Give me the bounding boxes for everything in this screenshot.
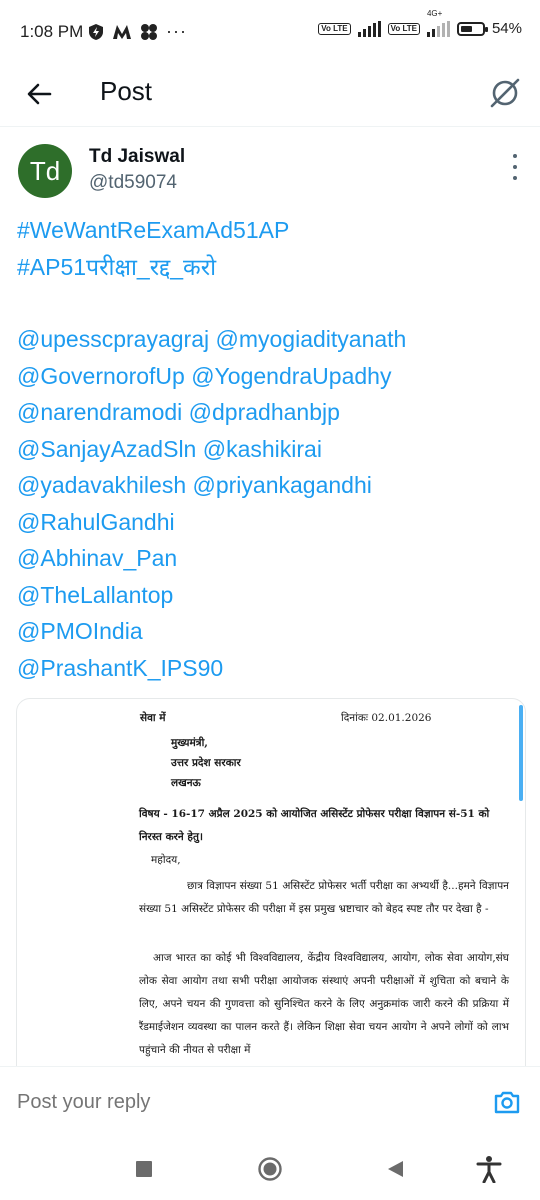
hashtag-link[interactable]: #WeWantReExamAd51AP (17, 212, 527, 249)
signal-icon (357, 20, 381, 37)
image-scrollbar[interactable] (519, 705, 523, 801)
nav-back-button[interactable] (380, 1154, 410, 1184)
system-navbar (0, 1138, 540, 1200)
more-dot-icon (513, 154, 517, 158)
camera-icon (494, 1091, 520, 1114)
mention-line[interactable]: @SanjayAzadSln @kashikirai (17, 431, 527, 468)
battery-percent: 54% (491, 20, 522, 37)
more-dot-icon (513, 165, 517, 169)
accessibility-button[interactable] (474, 1154, 504, 1184)
shield-icon (89, 23, 103, 40)
home-button[interactable] (255, 1154, 285, 1184)
back-button[interactable] (22, 76, 58, 112)
status-time: 1:08 PM (20, 22, 84, 41)
circle-home-icon (258, 1157, 282, 1181)
more-options-button[interactable] (508, 154, 522, 180)
accessibility-icon (476, 1156, 502, 1183)
battery-icon (456, 21, 488, 36)
triangle-back-icon (388, 1161, 403, 1177)
mention-line[interactable]: @narendramodi @dpradhanbjp (17, 394, 527, 431)
mention-line[interactable]: @TheLallantop (17, 577, 527, 614)
author-handle[interactable]: @td59074 (89, 172, 177, 194)
doc-address: मुख्यमंत्री, उत्तर प्रदेश सरकार लखनऊ (171, 733, 241, 793)
more-dot-icon (513, 176, 517, 180)
recents-button[interactable] (129, 1154, 159, 1184)
mention-line[interactable]: @PMOIndia (17, 613, 527, 650)
avatar[interactable]: Td (18, 144, 72, 198)
status-notification-icons: ··· (88, 21, 187, 42)
camera-button[interactable] (492, 1087, 522, 1117)
doc-salutation: महोदय, (151, 854, 181, 866)
mention-line[interactable]: @yadavakhilesh @priyankagandhi (17, 467, 527, 504)
letter-document: सेवा में दिनांकः 02.01.2026 मुख्यमंत्री,… (17, 699, 525, 1079)
pinwheel-icon (141, 23, 157, 40)
doc-address-line: उत्तर प्रदेश सरकार (171, 757, 241, 769)
doc-paragraph: छात्र विज्ञापन संख्या 51 असिस्टेंट प्रोफ… (139, 880, 509, 915)
doc-paragraph: आज भारत का कोई भी विश्वविद्यालय, केंद्री… (139, 952, 509, 1056)
post-header: Post (0, 64, 540, 127)
arrow-left-icon (27, 83, 52, 105)
signal-4g-icon: 4G+ (426, 9, 450, 37)
more-notifications-icon: ··· (166, 21, 187, 41)
square-recents-icon (136, 1161, 152, 1177)
status-bar: 1:08 PM ··· Vo LTE Vo LTE 4G+ 54% (0, 0, 540, 64)
author-name[interactable]: Td Jaiswal (89, 146, 185, 168)
volte-icon: Vo LTE (318, 22, 351, 35)
doc-date: दिनांकः 02.01.2026 (341, 712, 432, 724)
mention-line[interactable]: @RahulGandhi (17, 504, 527, 541)
post-image[interactable]: सेवा में दिनांकः 02.01.2026 मुख्यमंत्री,… (16, 698, 526, 1080)
hashtag-link[interactable]: #AP51परीक्षा_रद्द_करो (17, 249, 527, 286)
doc-address-line: मुख्यमंत्री, (171, 737, 208, 749)
m-app-icon (113, 24, 131, 39)
status-system-icons: Vo LTE Vo LTE 4G+ 54% (318, 9, 522, 37)
mention-line[interactable]: @GovernorofUp @YogendraUpadhy (17, 358, 527, 395)
battery-level (460, 25, 472, 32)
doc-subject: विषय - 16-17 अप्रैल 2025 को आयोजित असिस्… (139, 808, 490, 843)
doc-seva: सेवा में (140, 712, 166, 724)
doc-address-line: लखनऊ (171, 777, 201, 789)
mention-line[interactable]: @Abhinav_Pan (17, 540, 527, 577)
post-text: #WeWantReExamAd51AP #AP51परीक्षा_रद्द_कर… (17, 212, 527, 686)
avatar-initials: Td (29, 155, 61, 186)
volte-icon-2: Vo LTE (387, 22, 420, 35)
grok-icon (490, 78, 520, 108)
reply-input[interactable] (17, 1091, 417, 1114)
reply-bar (0, 1066, 540, 1139)
mention-line[interactable]: @PrashantK_IPS90 (17, 650, 527, 687)
page-title: Post (100, 76, 153, 106)
mention-line[interactable]: @upesscprayagraj @myogiadityanath (17, 321, 527, 358)
grok-button[interactable] (486, 74, 524, 112)
